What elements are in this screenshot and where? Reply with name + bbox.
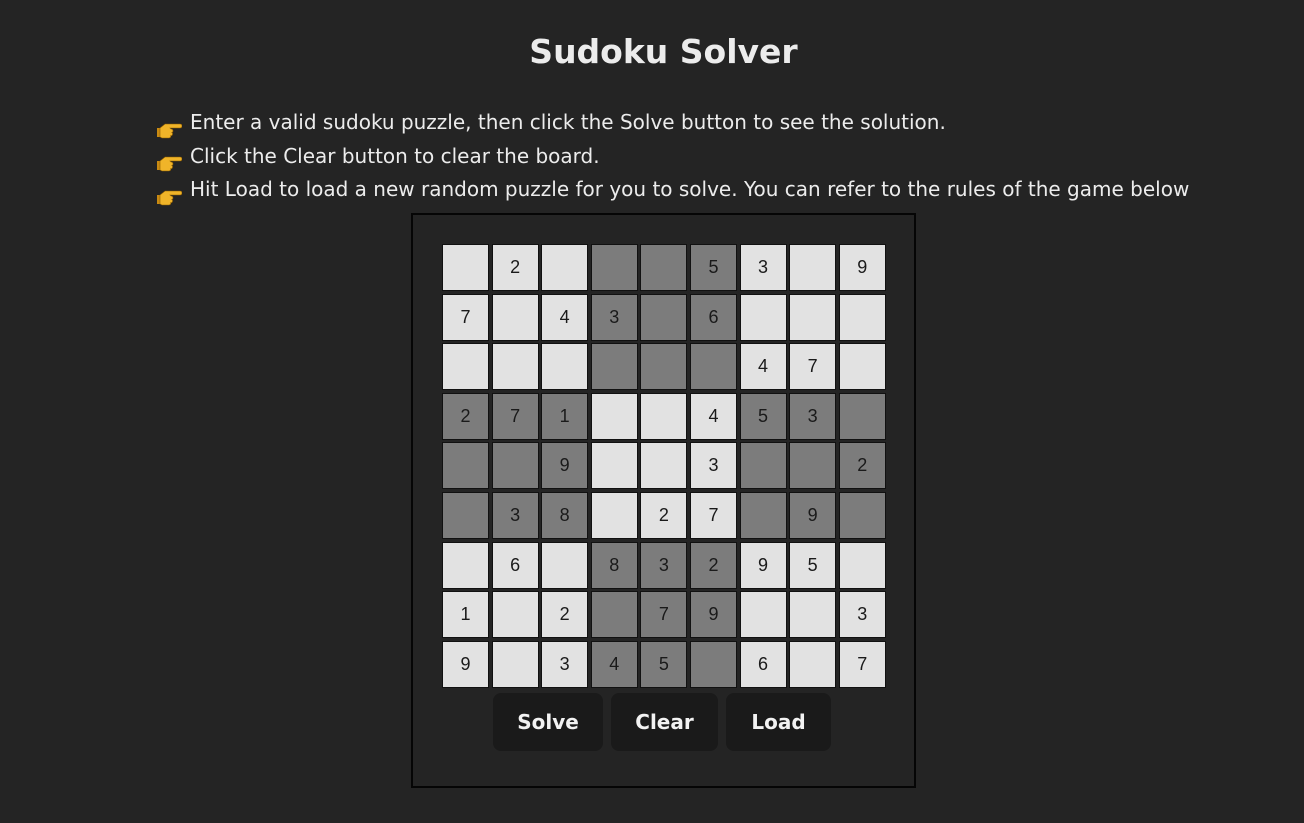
sudoku-cell-r1-c4[interactable] xyxy=(590,244,638,291)
instruction-text: Enter a valid sudoku puzzle, then click … xyxy=(190,110,946,134)
sudoku-cell-r4-c9[interactable] xyxy=(838,392,886,440)
sudoku-cell-r9-c5[interactable]: 5 xyxy=(640,640,688,688)
sudoku-board-container: 2539743647271453932382796832951279393456… xyxy=(411,213,916,788)
sudoku-cell-r5-c8[interactable] xyxy=(789,442,837,490)
sudoku-cell-r6-c5[interactable]: 2 xyxy=(640,491,688,539)
pointing-hand-icon xyxy=(156,116,183,139)
sudoku-cell-r3-c9[interactable] xyxy=(838,343,886,391)
instruction-text: Click the Clear button to clear the boar… xyxy=(190,143,600,168)
sudoku-cell-r9-c8[interactable] xyxy=(789,640,837,688)
sudoku-cell-r5-c1[interactable] xyxy=(442,442,489,490)
sudoku-cell-r5-c6[interactable]: 3 xyxy=(689,442,737,490)
sudoku-cell-r8-c8[interactable] xyxy=(789,591,837,639)
sudoku-cell-r1-c3[interactable] xyxy=(541,244,589,291)
sudoku-cell-r2-c4[interactable]: 3 xyxy=(590,293,638,341)
sudoku-cell-r4-c5[interactable] xyxy=(640,392,688,440)
sudoku-cell-r8-c3[interactable]: 2 xyxy=(541,591,589,639)
sudoku-cell-r7-c2[interactable]: 6 xyxy=(491,541,539,589)
load-button[interactable]: Load xyxy=(726,693,831,751)
sudoku-cell-r6-c4[interactable] xyxy=(590,491,638,539)
sudoku-cell-r2-c6[interactable]: 6 xyxy=(689,293,737,341)
sudoku-cell-r4-c8[interactable]: 3 xyxy=(789,392,837,440)
instruction-item: Click the Clear button to clear the boar… xyxy=(156,140,1189,174)
sudoku-cell-r4-c3[interactable]: 1 xyxy=(541,392,589,440)
sudoku-cell-r4-c1[interactable]: 2 xyxy=(442,392,489,440)
sudoku-cell-r2-c7[interactable] xyxy=(739,293,787,341)
action-buttons: Solve Clear Load xyxy=(493,693,831,751)
sudoku-cell-r5-c7[interactable] xyxy=(739,442,787,490)
sudoku-cell-r1-c9[interactable]: 9 xyxy=(838,244,886,291)
sudoku-cell-r9-c6[interactable] xyxy=(689,640,737,688)
sudoku-cell-r4-c6[interactable]: 4 xyxy=(689,392,737,440)
solve-button[interactable]: Solve xyxy=(493,693,603,751)
sudoku-cell-r8-c1[interactable]: 1 xyxy=(442,591,489,639)
sudoku-cell-r1-c2[interactable]: 2 xyxy=(491,244,539,291)
sudoku-cell-r3-c2[interactable] xyxy=(491,343,539,391)
sudoku-cell-r8-c6[interactable]: 9 xyxy=(689,591,737,639)
sudoku-cell-r4-c4[interactable] xyxy=(590,392,638,440)
sudoku-cell-r9-c2[interactable] xyxy=(491,640,539,688)
sudoku-cell-r6-c9[interactable] xyxy=(838,491,886,539)
sudoku-cell-r1-c1[interactable] xyxy=(442,244,489,291)
sudoku-cell-r3-c6[interactable] xyxy=(689,343,737,391)
sudoku-cell-r1-c5[interactable] xyxy=(640,244,688,291)
sudoku-cell-r1-c7[interactable]: 3 xyxy=(739,244,787,291)
sudoku-cell-r6-c7[interactable] xyxy=(739,491,787,539)
sudoku-cell-r5-c3[interactable]: 9 xyxy=(541,442,589,490)
sudoku-cell-r7-c6[interactable]: 2 xyxy=(689,541,737,589)
sudoku-cell-r6-c2[interactable]: 3 xyxy=(491,491,539,539)
sudoku-cell-r2-c2[interactable] xyxy=(491,293,539,341)
sudoku-cell-r7-c1[interactable] xyxy=(442,541,489,589)
sudoku-cell-r7-c5[interactable]: 3 xyxy=(640,541,688,589)
instruction-item: Hit Load to load a new random puzzle for… xyxy=(156,173,1189,207)
sudoku-cell-r9-c1[interactable]: 9 xyxy=(442,640,489,688)
sudoku-cell-r2-c1[interactable]: 7 xyxy=(442,293,489,341)
sudoku-cell-r3-c3[interactable] xyxy=(541,343,589,391)
sudoku-cell-r2-c9[interactable] xyxy=(838,293,886,341)
sudoku-cell-r8-c5[interactable]: 7 xyxy=(640,591,688,639)
sudoku-cell-r8-c9[interactable]: 3 xyxy=(838,591,886,639)
sudoku-cell-r9-c3[interactable]: 3 xyxy=(541,640,589,688)
sudoku-cell-r2-c3[interactable]: 4 xyxy=(541,293,589,341)
sudoku-cell-r1-c6[interactable]: 5 xyxy=(689,244,737,291)
sudoku-cell-r4-c7[interactable]: 5 xyxy=(739,392,787,440)
instructions-list: Enter a valid sudoku puzzle, then click … xyxy=(156,106,1189,207)
sudoku-cell-r7-c7[interactable]: 9 xyxy=(739,541,787,589)
sudoku-cell-r3-c8[interactable]: 7 xyxy=(789,343,837,391)
pointing-hand-icon xyxy=(156,149,183,172)
sudoku-cell-r8-c7[interactable] xyxy=(739,591,787,639)
instruction-item: Enter a valid sudoku puzzle, then click … xyxy=(156,106,1189,140)
sudoku-cell-r5-c2[interactable] xyxy=(491,442,539,490)
sudoku-cell-r5-c4[interactable] xyxy=(590,442,638,490)
sudoku-cell-r3-c5[interactable] xyxy=(640,343,688,391)
sudoku-cell-r3-c4[interactable] xyxy=(590,343,638,391)
sudoku-cell-r8-c2[interactable] xyxy=(491,591,539,639)
page-title: Sudoku Solver xyxy=(529,32,798,71)
sudoku-cell-r6-c1[interactable] xyxy=(442,491,489,539)
sudoku-cell-r2-c5[interactable] xyxy=(640,293,688,341)
instruction-text: Hit Load to load a new random puzzle for… xyxy=(190,177,1190,201)
sudoku-cell-r6-c8[interactable]: 9 xyxy=(789,491,837,539)
sudoku-cell-r6-c6[interactable]: 7 xyxy=(689,491,737,539)
sudoku-cell-r9-c9[interactable]: 7 xyxy=(838,640,886,688)
sudoku-cell-r3-c1[interactable] xyxy=(442,343,489,391)
sudoku-cell-r3-c7[interactable]: 4 xyxy=(739,343,787,391)
sudoku-cell-r9-c4[interactable]: 4 xyxy=(590,640,638,688)
sudoku-cell-r2-c8[interactable] xyxy=(789,293,837,341)
sudoku-cell-r1-c8[interactable] xyxy=(789,244,837,291)
sudoku-cell-r7-c4[interactable]: 8 xyxy=(590,541,638,589)
sudoku-cell-r7-c8[interactable]: 5 xyxy=(789,541,837,589)
sudoku-cell-r4-c2[interactable]: 7 xyxy=(491,392,539,440)
sudoku-cell-r9-c7[interactable]: 6 xyxy=(739,640,787,688)
sudoku-cell-r5-c9[interactable]: 2 xyxy=(838,442,886,490)
sudoku-cell-r6-c3[interactable]: 8 xyxy=(541,491,589,539)
sudoku-cell-r8-c4[interactable] xyxy=(590,591,638,639)
sudoku-cell-r7-c3[interactable] xyxy=(541,541,589,589)
pointing-hand-icon xyxy=(156,183,183,206)
sudoku-cell-r7-c9[interactable] xyxy=(838,541,886,589)
clear-button[interactable]: Clear xyxy=(611,693,718,751)
sudoku-cell-r5-c5[interactable] xyxy=(640,442,688,490)
sudoku-grid: 2539743647271453932382796832951279393456… xyxy=(442,244,888,690)
